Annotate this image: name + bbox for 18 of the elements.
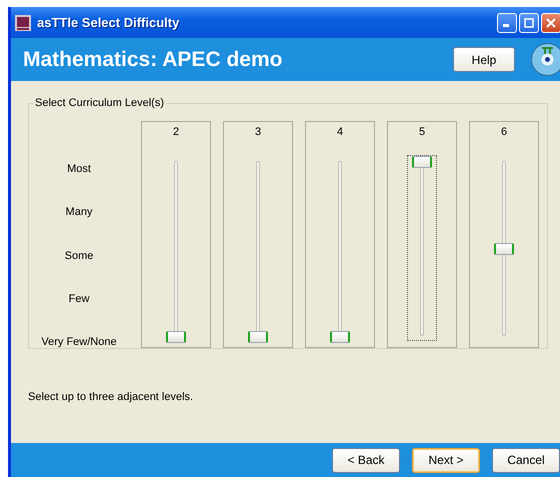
wizard-button[interactable]: < Back: [332, 448, 400, 472]
header-title: Mathematics: APEC demo: [23, 48, 284, 72]
scale-label: Very Few/None: [41, 336, 117, 348]
scale-label: Some: [64, 250, 94, 262]
level-number: 3: [254, 126, 262, 138]
scale-label: Many: [66, 206, 92, 218]
wizard-button[interactable]: Next >: [412, 448, 480, 472]
group-title: Select Curriculum Level(s): [34, 97, 165, 109]
scale-label: Few: [68, 292, 90, 305]
scale-label: Most: [67, 163, 91, 175]
level-number: 5: [418, 126, 426, 138]
level-number: 4: [336, 126, 344, 138]
hint-text: Select up to three adjacent levels.: [28, 391, 194, 403]
level-number: 2: [172, 126, 180, 138]
wizard-button[interactable]: Cancel: [492, 448, 560, 472]
window-title: asTTle Select Difficulty: [37, 15, 180, 30]
help-button[interactable]: Help: [453, 47, 515, 72]
level-number: 6: [500, 126, 508, 138]
